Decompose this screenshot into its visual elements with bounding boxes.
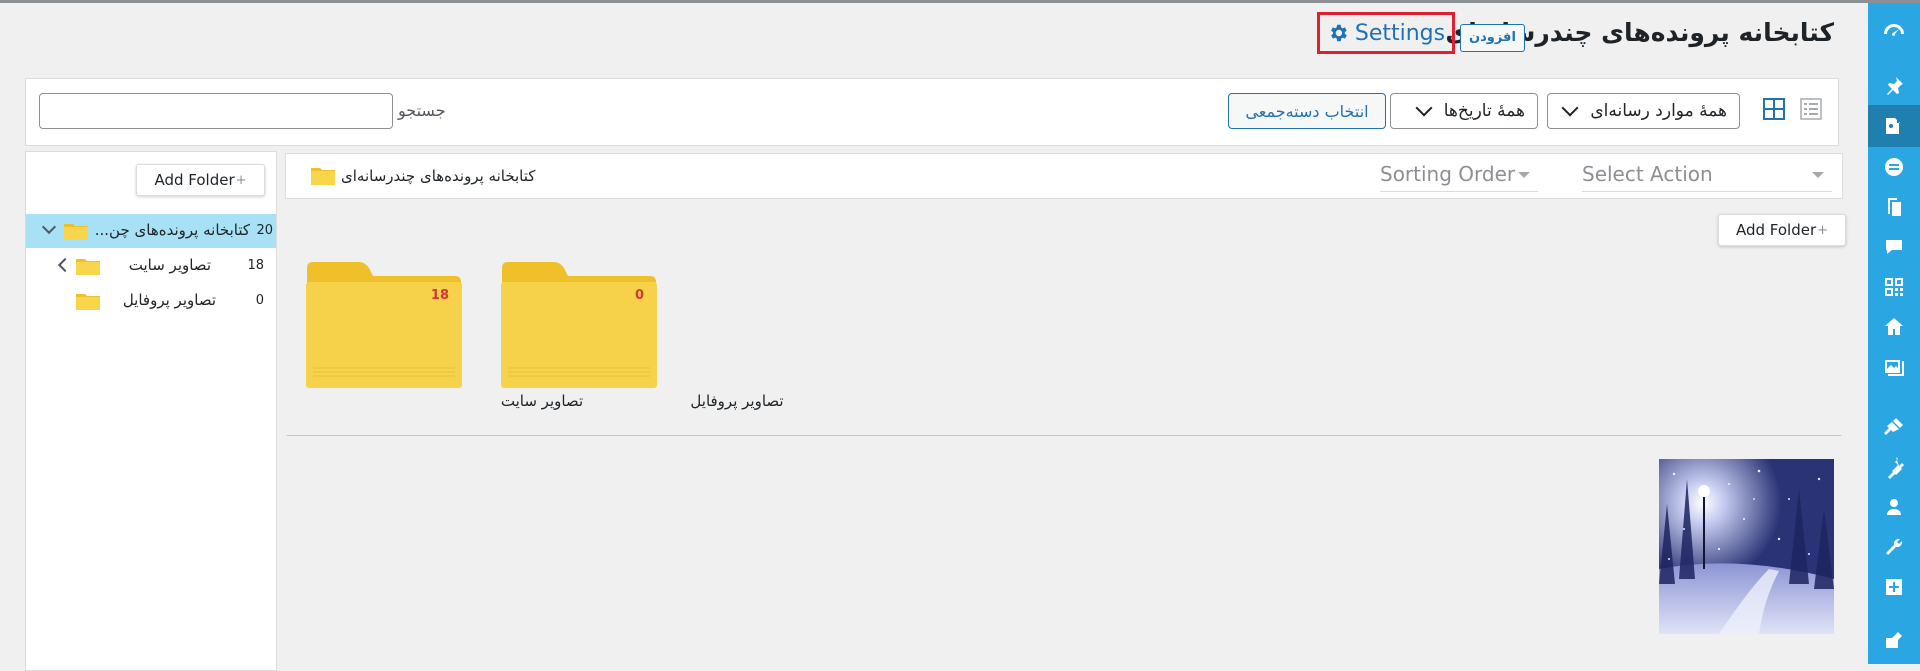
sorting-order-placeholder: Sorting Order	[1380, 161, 1516, 186]
media-type-select-value: همهٔ موارد رسانه‌ای	[1590, 101, 1727, 121]
winter-night-image	[1659, 459, 1834, 634]
folder-card-site-images[interactable]: 18 تصاویر سایت	[305, 262, 583, 410]
folder-name: تصاویر سایت	[500, 392, 584, 410]
media-thumbnail[interactable]	[1659, 459, 1834, 634]
sorting-order-select[interactable]: Sorting Order	[1380, 156, 1538, 192]
tree-item-count: 0	[255, 293, 264, 308]
folder-icon	[76, 259, 100, 275]
chevron-down-icon	[1415, 99, 1433, 117]
tree-item-count: 18	[247, 258, 264, 273]
grid-view-icon[interactable]	[1763, 98, 1785, 120]
folder-icon	[311, 168, 335, 185]
tools-icon[interactable]	[1868, 526, 1920, 568]
content-add-folder-button[interactable]: Add Folder +	[1718, 214, 1846, 246]
folder-count: 18	[430, 288, 449, 303]
tree-item-root[interactable]: کتابخانه پرونده‌های چن... 20	[26, 214, 276, 248]
search-label: جستجو	[398, 101, 446, 120]
media-icon[interactable]	[1859, 105, 1920, 147]
date-select-value: همهٔ تاریخ‌ها	[1443, 101, 1525, 121]
folder-icon	[76, 294, 100, 310]
users-icon[interactable]	[1868, 486, 1920, 528]
media-type-select[interactable]: همهٔ موارد رسانه‌ای	[1547, 93, 1740, 129]
tree-item-count: 20	[256, 223, 273, 238]
pages-icon[interactable]	[1868, 186, 1920, 228]
tree-item-label: تصاویر سایت	[128, 256, 211, 274]
folder-icon	[501, 262, 657, 388]
gallery-icon[interactable]	[1868, 346, 1920, 388]
folder-icon	[64, 224, 88, 240]
settings-link[interactable]: Settings	[1317, 12, 1455, 54]
add-folder-label: Add Folder	[1735, 221, 1817, 239]
pin-icon[interactable]	[1868, 65, 1920, 107]
breadcrumb: کتابخانه پرونده‌های چندرسانه‌ای	[341, 167, 536, 185]
plugins-icon[interactable]	[1868, 446, 1920, 488]
folder-card-profile-images[interactable]: 0 تصاویر پروفایل	[500, 262, 784, 410]
folder-name: تصاویر پروفایل	[690, 392, 784, 410]
qr-icon[interactable]	[1868, 266, 1920, 308]
caret-down-icon	[1812, 172, 1824, 178]
select-action-select[interactable]: Select Action	[1582, 156, 1832, 192]
plus-icon: +	[1817, 222, 1829, 238]
chevron-right-icon[interactable]	[57, 257, 73, 273]
comments-icon[interactable]	[1868, 226, 1920, 268]
divider	[287, 435, 1841, 436]
date-select[interactable]: همهٔ تاریخ‌ها	[1390, 93, 1538, 129]
tree-item-site-images[interactable]: تصاویر سایت 18	[26, 249, 276, 283]
forms-icon[interactable]	[1868, 146, 1920, 188]
dashboard-icon[interactable]	[1868, 11, 1920, 53]
bulk-select-button[interactable]: انتخاب دسته‌جمعی	[1228, 93, 1386, 129]
chevron-down-icon[interactable]	[41, 219, 57, 235]
tree-item-profile-images[interactable]: تصاویر پروفایل 0	[26, 284, 276, 318]
plus-icon: +	[235, 172, 247, 188]
chevron-down-icon	[1561, 99, 1579, 117]
list-view-icon[interactable]	[1800, 98, 1822, 120]
tree-item-label: تصاویر پروفایل	[122, 291, 216, 309]
settings-label: Settings	[1354, 20, 1446, 46]
home-icon[interactable]	[1868, 306, 1920, 348]
tree-item-label: کتابخانه پرونده‌های چن...	[94, 221, 250, 239]
admin-menu	[1859, 3, 1920, 664]
select-action-placeholder: Select Action	[1582, 161, 1713, 186]
caret-down-icon	[1518, 172, 1530, 178]
folder-count: 0	[634, 288, 644, 303]
settings-icon[interactable]	[1868, 566, 1920, 608]
appearance-icon[interactable]	[1868, 406, 1920, 448]
add-new-button[interactable]: افزودن	[1460, 24, 1525, 52]
add-folder-label: Add Folder	[154, 171, 235, 189]
search-input[interactable]	[39, 93, 393, 129]
extra-icon[interactable]	[1868, 619, 1920, 661]
top-border	[0, 0, 1920, 3]
folder-icon	[306, 262, 462, 388]
sidebar-add-folder-button[interactable]: Add Folder +	[136, 164, 265, 196]
gear-icon	[1330, 24, 1347, 42]
